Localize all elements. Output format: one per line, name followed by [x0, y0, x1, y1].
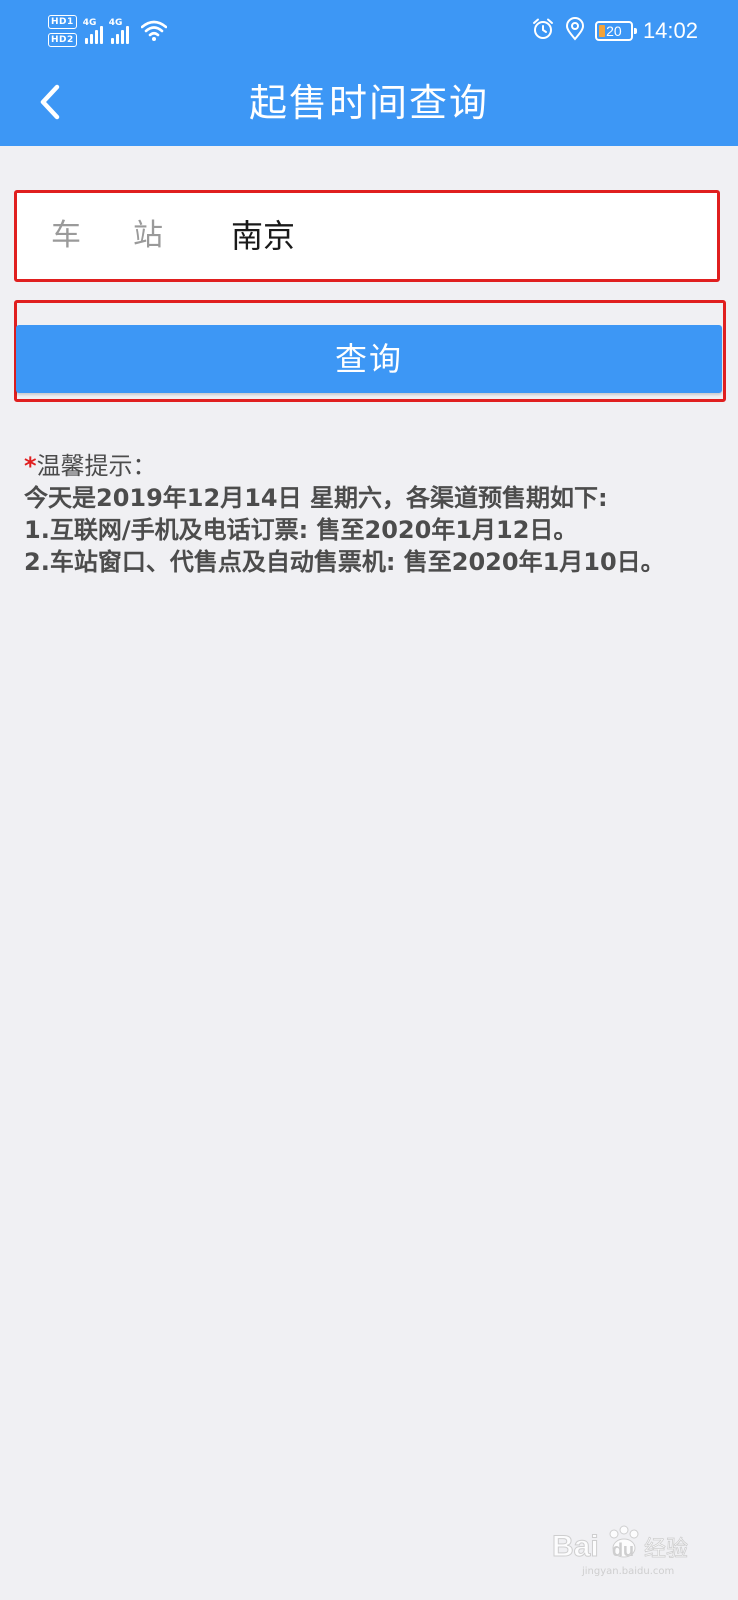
page-title: 起售时间查询 [248, 81, 489, 125]
svg-text:du: du [612, 1540, 634, 1560]
network-label-2: 4G [108, 18, 123, 28]
battery-level: 20 [606, 23, 622, 39]
station-input[interactable] [231, 193, 691, 279]
hd-badge-2: HD2 [48, 33, 77, 47]
required-marker: * [24, 452, 37, 480]
page: HD1 HD2 4G 4G 20 14:02 起售时间查询 车站 南京 查询 *… [0, 0, 738, 1600]
alarm-icon [531, 17, 555, 46]
hd-badges: HD1 HD2 [48, 15, 77, 47]
network-label-1: 4G [82, 18, 97, 28]
query-button[interactable]: 查询 [16, 325, 722, 393]
battery-icon: 20 [594, 21, 637, 41]
tips-heading: 温馨提示： [36, 452, 157, 480]
tips-line-1: 今天是2019年12月14日 星期六，各渠道预售期如下: [24, 484, 608, 512]
tips-section: *温馨提示： 今天是2019年12月14日 星期六，各渠道预售期如下: 1.互联… [24, 450, 724, 578]
status-bar-left: HD1 HD2 4G 4G [48, 12, 168, 50]
tips-heading-row: *温馨提示： [24, 450, 724, 482]
svg-text:经验: 经验 [644, 1537, 688, 1562]
status-bar-right: 20 14:02 [531, 12, 698, 50]
status-time: 14:02 [642, 18, 698, 43]
tips-line-2: 1.互联网/手机及电话订票: 售至2020年1月12日。 [24, 516, 578, 544]
header-bar: 起售时间查询 [0, 60, 738, 146]
location-icon [565, 16, 585, 46]
status-bar: HD1 HD2 4G 4G 20 14:02 [0, 0, 738, 60]
svg-text:Bai: Bai [552, 1530, 599, 1563]
battery-fill [598, 25, 605, 37]
signal-icon: 4G [82, 18, 103, 44]
wifi-icon [140, 20, 168, 42]
baidu-watermark: Bai du 经验 jingyan.baidu.com [552, 1518, 702, 1578]
hd-badge-1: HD1 [48, 15, 77, 29]
signal-icon-2: 4G [108, 18, 129, 44]
tips-line-3: 2.车站窗口、代售点及自动售票机: 售至2020年1月10日。 [24, 548, 665, 576]
station-field[interactable]: 车站 [14, 190, 720, 282]
svg-text:jingyan.baidu.com: jingyan.baidu.com [581, 1566, 674, 1577]
station-label: 车站 [51, 218, 215, 253]
